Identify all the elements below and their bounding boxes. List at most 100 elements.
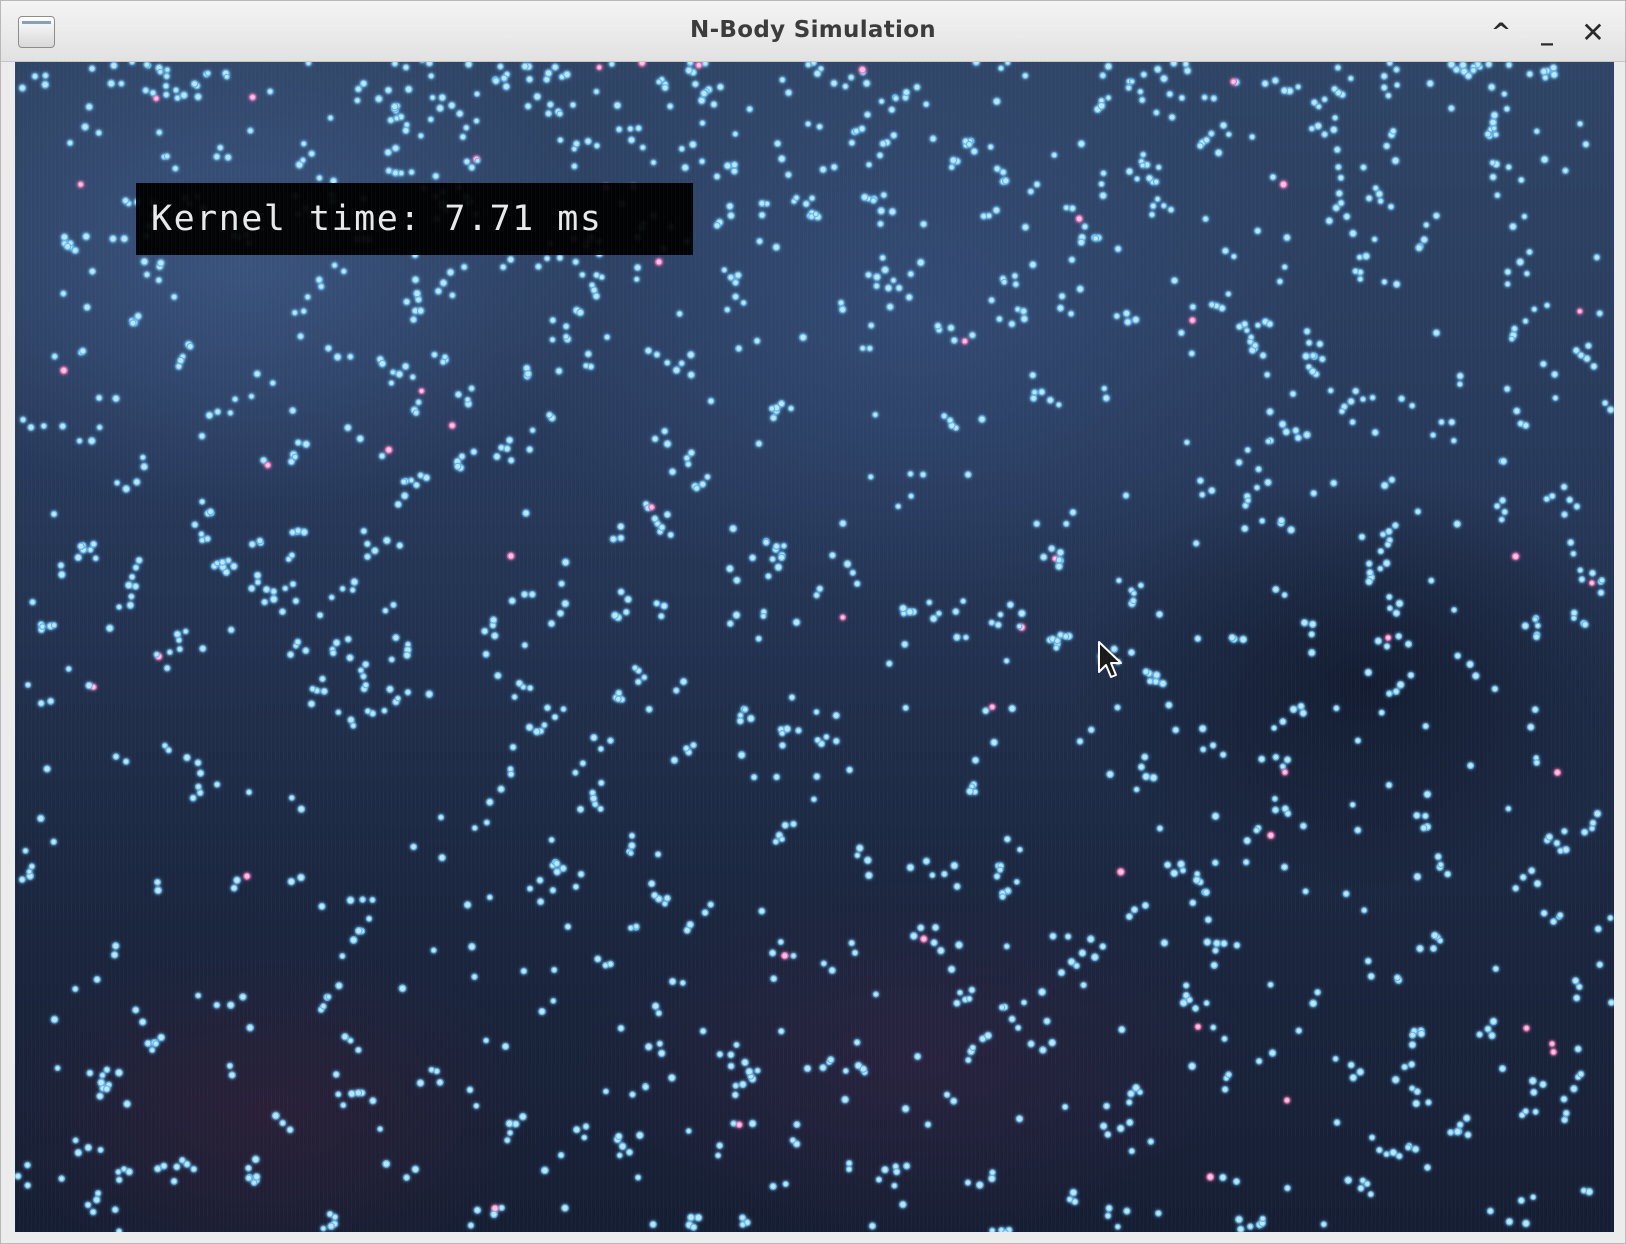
particle: [779, 76, 786, 84]
particle: [1401, 1063, 1408, 1071]
particle: [615, 689, 623, 697]
minimize-button[interactable]: _: [1530, 15, 1564, 49]
maximize-button[interactable]: ^: [1484, 15, 1518, 49]
particle: [1577, 120, 1584, 127]
particle: [77, 542, 85, 550]
particle: [1448, 418, 1456, 426]
particle: [989, 1169, 996, 1176]
particle: [162, 82, 170, 90]
particle: [328, 594, 335, 601]
particle: [1437, 861, 1444, 868]
particle: [651, 435, 659, 443]
particle: [1467, 762, 1475, 770]
particle: [598, 779, 605, 787]
particle: [1125, 84, 1133, 92]
particle-pink: [1550, 1048, 1557, 1056]
particle: [779, 741, 786, 749]
particle: [1132, 1083, 1140, 1092]
particle: [403, 651, 411, 660]
particle: [1570, 609, 1578, 617]
particle: [966, 787, 974, 796]
simulation-window: N-Body Simulation ^ _ ✕ Kernel time: 7.7…: [0, 0, 1626, 1244]
particle: [245, 1164, 252, 1172]
particle: [1127, 1089, 1135, 1098]
particle: [332, 1070, 340, 1078]
particle: [227, 1001, 235, 1009]
particle: [382, 1160, 391, 1168]
particle: [622, 608, 630, 616]
particle: [1407, 671, 1415, 679]
particle: [1501, 90, 1508, 98]
particle: [1021, 223, 1030, 231]
particle: [1577, 1070, 1585, 1078]
particle: [195, 992, 202, 999]
particle: [1138, 96, 1146, 104]
particle: [114, 479, 121, 486]
particle: [1417, 1029, 1426, 1038]
simulation-viewport[interactable]: Kernel time: 7.71 ms: [15, 62, 1614, 1232]
particle: [1566, 496, 1574, 504]
particle: [781, 821, 789, 829]
particle: [1583, 354, 1591, 363]
particle: [1149, 202, 1157, 210]
particle: [1352, 387, 1360, 395]
particle: [627, 850, 634, 857]
particle: [859, 1065, 868, 1073]
particle: [628, 832, 636, 839]
particle: [1212, 947, 1219, 954]
particle: [1349, 229, 1357, 238]
particle: [1020, 999, 1028, 1006]
particle: [1177, 329, 1185, 337]
particle: [493, 452, 501, 461]
particle: [1364, 957, 1372, 965]
particle: [740, 299, 747, 306]
particle: [112, 394, 120, 403]
particle: [486, 798, 494, 806]
particle: [331, 262, 338, 269]
particle: [59, 422, 67, 430]
particle: [865, 161, 873, 168]
particle: [1581, 620, 1589, 629]
particle: [617, 534, 625, 542]
particle: [1503, 385, 1511, 393]
particle: [1415, 243, 1423, 252]
particle: [381, 707, 388, 714]
particle: [739, 1221, 746, 1228]
particle: [1247, 1223, 1254, 1230]
particle: [1014, 306, 1021, 313]
particle: [842, 83, 849, 90]
particle-pink: [781, 952, 789, 960]
particle: [245, 789, 253, 796]
particle: [727, 273, 735, 281]
particle: [753, 337, 761, 345]
close-button[interactable]: ✕: [1576, 15, 1610, 49]
particle: [166, 649, 173, 656]
particle: [1420, 824, 1428, 832]
particle: [1354, 737, 1362, 744]
particle: [22, 847, 29, 854]
title-bar[interactable]: N-Body Simulation ^ _ ✕: [1, 1, 1625, 62]
particle: [1593, 809, 1602, 818]
particle: [294, 638, 302, 646]
particle: [1069, 204, 1076, 212]
particle: [1148, 211, 1156, 218]
particle: [907, 470, 914, 478]
particle: [164, 66, 171, 73]
particle: [1254, 227, 1262, 235]
particle: [350, 722, 357, 729]
particle: [1532, 616, 1539, 623]
particle: [1522, 421, 1530, 430]
particle: [1430, 432, 1437, 439]
particle: [1233, 941, 1241, 949]
particle: [854, 852, 861, 859]
particle: [325, 993, 332, 1000]
particle: [765, 572, 772, 580]
particle: [980, 212, 988, 220]
particle: [1266, 408, 1274, 416]
particle: [634, 678, 642, 686]
particle: [970, 147, 978, 156]
particle: [1170, 869, 1179, 878]
particle: [140, 462, 149, 471]
particle: [1521, 213, 1528, 220]
particle: [909, 932, 918, 940]
